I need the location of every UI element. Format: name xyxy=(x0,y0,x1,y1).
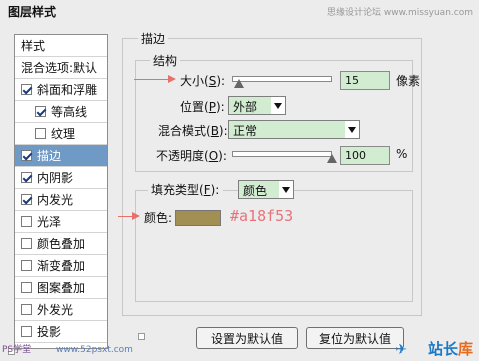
size-unit: 像素 xyxy=(396,74,421,88)
pattern-overlay-checkbox[interactable] xyxy=(21,282,32,293)
stroke-section-title: 描边 xyxy=(138,30,169,47)
sidebar-item-label: 投影 xyxy=(37,325,62,339)
fill-type-label: 填充类型(F): xyxy=(148,181,224,198)
sidebar-item-satin[interactable]: 光泽 xyxy=(15,211,107,233)
chevron-down-icon[interactable] xyxy=(345,121,359,138)
color-label: 颜色: xyxy=(144,211,173,225)
color-swatch[interactable] xyxy=(175,210,221,226)
inner-shadow-checkbox[interactable] xyxy=(21,172,32,183)
sidebar-item-drop-shadow[interactable]: 投影 xyxy=(15,321,107,343)
sidebar-item-contour[interactable]: 等高线 xyxy=(15,101,107,123)
sidebar-item-label: 内阴影 xyxy=(37,171,74,185)
title-bar: 图层样式 思缘设计论坛 www.missyuan.com xyxy=(0,0,479,22)
position-value: 外部 xyxy=(229,97,272,114)
structure-title: 结构 xyxy=(150,52,181,69)
stroke-checkbox[interactable] xyxy=(21,150,32,161)
size-slider-thumb[interactable] xyxy=(234,79,244,88)
watermark-bottom: PS学堂 www.52psxt.com xyxy=(2,342,133,355)
size-pointer-arrow xyxy=(134,75,176,83)
corner-mark-icon xyxy=(138,333,145,340)
sidebar-item-bevel-emboss[interactable]: 斜面和浮雕 xyxy=(15,79,107,101)
watermark-ps: PS学堂 xyxy=(2,345,32,355)
sidebar-item-styles[interactable]: 样式 xyxy=(15,35,107,57)
sidebar-item-label: 斜面和浮雕 xyxy=(37,83,98,97)
fill-type-select[interactable]: 颜色 xyxy=(238,180,294,199)
sidebar-item-texture[interactable]: 纹理 xyxy=(15,123,107,145)
sidebar-item-color-overlay[interactable]: 颜色叠加 xyxy=(15,233,107,255)
color-pointer-arrow xyxy=(118,212,140,220)
blend-mode-value: 正常 xyxy=(229,121,346,138)
sidebar-item-label: 纹理 xyxy=(51,127,76,141)
sidebar-item-pattern-overlay[interactable]: 图案叠加 xyxy=(15,277,107,299)
opacity-input[interactable]: 100 xyxy=(340,146,390,165)
sidebar-item-label: 描边 xyxy=(37,149,62,163)
opacity-label: 不透明度(O): xyxy=(156,149,227,163)
size-slider-track[interactable] xyxy=(232,76,332,82)
bevel-emboss-checkbox[interactable] xyxy=(21,84,32,95)
sidebar-item-stroke[interactable]: 描边 xyxy=(15,145,107,167)
chevron-down-icon[interactable] xyxy=(279,181,293,198)
color-overlay-checkbox[interactable] xyxy=(21,238,32,249)
chevron-down-icon[interactable] xyxy=(271,97,285,114)
gradient-overlay-checkbox[interactable] xyxy=(21,260,32,271)
sidebar-item-outer-glow[interactable]: 外发光 xyxy=(15,299,107,321)
drop-shadow-checkbox[interactable] xyxy=(21,326,32,337)
opacity-slider-track[interactable] xyxy=(232,151,332,157)
inner-glow-checkbox[interactable] xyxy=(21,194,32,205)
size-input[interactable]: 15 xyxy=(340,71,390,90)
watermark-top: 思缘设计论坛 www.missyuan.com xyxy=(327,8,473,18)
sidebar-item-inner-shadow[interactable]: 内阴影 xyxy=(15,167,107,189)
logo-text: 站长库 xyxy=(427,340,473,358)
window-title: 图层样式 xyxy=(8,5,57,19)
style-list: 样式 混合选项:默认 斜面和浮雕 等高线 纹理 描边 内阴影 内发光 光泽 颜色… xyxy=(14,34,108,349)
blend-mode-label: 混合模式(B): xyxy=(158,124,228,138)
logo-bird-icon: ✈ xyxy=(395,342,407,358)
blend-mode-select[interactable]: 正常 xyxy=(228,120,360,139)
sidebar-item-label: 混合选项:默认 xyxy=(21,61,98,75)
sidebar-item-label: 内发光 xyxy=(37,193,74,207)
set-default-button[interactable]: 设置为默认值 xyxy=(196,327,298,349)
size-label: 大小(S): xyxy=(180,74,226,88)
sidebar-item-blending-options[interactable]: 混合选项:默认 xyxy=(15,57,107,79)
sidebar-item-gradient-overlay[interactable]: 渐变叠加 xyxy=(15,255,107,277)
sidebar-item-label: 光泽 xyxy=(37,215,62,229)
position-select[interactable]: 外部 xyxy=(228,96,286,115)
outer-glow-checkbox[interactable] xyxy=(21,304,32,315)
opacity-slider-thumb[interactable] xyxy=(327,154,337,163)
watermark-site: www.52psxt.com xyxy=(56,345,133,355)
opacity-unit: % xyxy=(396,147,408,161)
satin-checkbox[interactable] xyxy=(21,216,32,227)
texture-checkbox[interactable] xyxy=(35,128,46,139)
color-hex-annotation: #a18f53 xyxy=(230,207,294,225)
sidebar-item-label: 等高线 xyxy=(51,105,88,119)
sidebar-item-inner-glow[interactable]: 内发光 xyxy=(15,189,107,211)
reset-default-button[interactable]: 复位为默认值 xyxy=(306,327,404,349)
sidebar-item-label: 渐变叠加 xyxy=(37,259,86,273)
sidebar-item-label: 颜色叠加 xyxy=(37,237,86,251)
contour-checkbox[interactable] xyxy=(35,106,46,117)
sidebar-item-label: 图案叠加 xyxy=(37,281,86,295)
position-label: 位置(P): xyxy=(180,100,225,114)
sidebar-item-label: 样式 xyxy=(21,39,46,53)
sidebar-item-label: 外发光 xyxy=(37,303,74,317)
fill-type-value: 颜色 xyxy=(239,181,280,198)
